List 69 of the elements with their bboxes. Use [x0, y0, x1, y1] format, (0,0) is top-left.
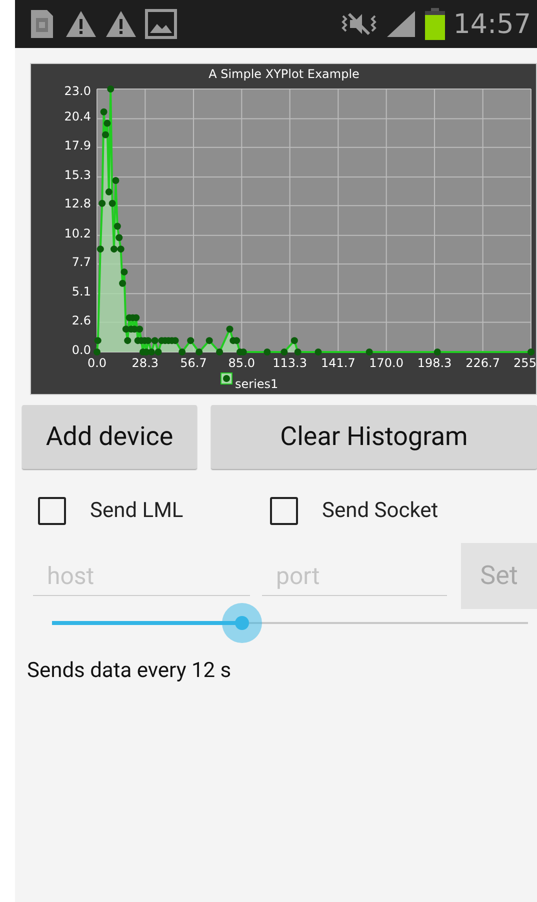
data-point	[226, 326, 234, 333]
data-point	[366, 348, 373, 356]
x-tick-label: 0.0	[87, 356, 107, 370]
checkbox[interactable]	[38, 497, 66, 525]
chart-title: A Simple XYPlot Example	[208, 67, 360, 81]
x-tick-label: 198.3	[417, 356, 452, 370]
data-point	[96, 246, 104, 253]
y-tick-label: 2.6	[72, 313, 91, 328]
x-tick-label: 85.0	[228, 356, 256, 370]
data-point	[196, 348, 203, 356]
y-tick-label: 12.8	[64, 196, 91, 211]
slider-thumb[interactable]	[222, 603, 262, 643]
data-point	[107, 86, 114, 92]
y-tick-label: 7.7	[72, 254, 91, 269]
x-tick-label: 255	[514, 356, 536, 370]
x-tick-label: 56.7	[180, 356, 207, 370]
y-tick-label: 0.0	[72, 343, 91, 357]
clear-histogram-button[interactable]: Clear Histogram	[211, 405, 537, 469]
warning-icon	[105, 9, 137, 39]
y-tick-label: 15.3	[64, 168, 91, 182]
slider-track[interactable]	[52, 603, 528, 643]
x-tick-label: 28.3	[132, 356, 159, 370]
checkbox-label: Send Socket	[322, 499, 438, 523]
data-point	[100, 108, 108, 116]
data-point	[124, 337, 132, 344]
x-tick-label: 170.0	[369, 356, 404, 370]
x-tick-label: 226.7	[466, 356, 500, 370]
data-point	[114, 222, 121, 230]
data-point	[105, 188, 112, 196]
clock: 14:57	[453, 8, 531, 40]
y-tick-label: 23.0	[64, 84, 91, 98]
legend-label: series1	[235, 377, 278, 391]
data-point	[104, 120, 111, 127]
data-point	[206, 337, 213, 344]
battery-icon	[425, 8, 446, 40]
signal-icon	[385, 9, 418, 39]
data-point	[108, 200, 116, 207]
mute-vibrate-icon	[341, 10, 378, 38]
image-icon	[145, 9, 177, 39]
data-point	[120, 268, 128, 276]
data-point	[187, 337, 194, 344]
data-point	[94, 348, 100, 356]
data-point	[528, 348, 534, 356]
data-point	[294, 348, 302, 356]
data-point	[94, 337, 102, 344]
warning-icon	[65, 9, 97, 39]
data-point	[314, 348, 322, 356]
data-point	[102, 131, 109, 138]
y-tick-label: 5.1	[72, 284, 91, 299]
data-point	[290, 337, 298, 344]
x-tick-label: 141.7	[321, 356, 356, 370]
add-device-button[interactable]: Add device	[22, 405, 197, 469]
y-tick-label: 17.9	[64, 138, 91, 152]
data-point	[98, 200, 106, 207]
legend-icon	[220, 372, 232, 384]
x-tick-label: 113.3	[272, 356, 307, 370]
checkbox-label: Send LML	[90, 499, 184, 523]
data-point	[112, 176, 120, 184]
data-point	[280, 348, 288, 356]
checkbox[interactable]	[270, 497, 298, 525]
y-tick-label: 10.2	[64, 226, 91, 240]
data-point	[119, 280, 126, 287]
interval-text: Sends data every 12 s	[27, 659, 232, 683]
y-tick-label: 20.4	[64, 110, 91, 124]
data-point	[178, 348, 186, 356]
data-point	[434, 348, 441, 356]
data-point	[216, 348, 224, 356]
data-point	[264, 348, 271, 356]
data-point	[116, 234, 123, 242]
